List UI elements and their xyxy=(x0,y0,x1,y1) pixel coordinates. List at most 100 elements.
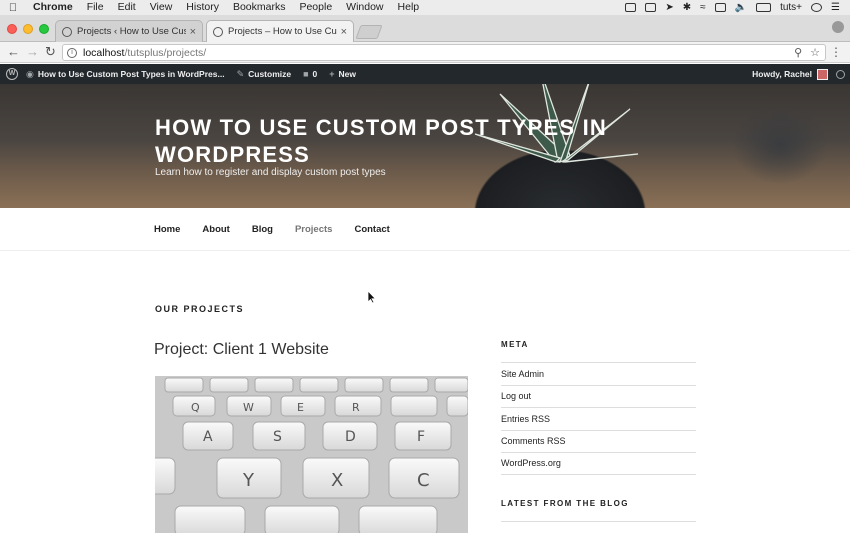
wordpress-favicon-icon xyxy=(213,26,223,37)
mouse-cursor-icon xyxy=(367,290,377,304)
admin-new[interactable]: + New xyxy=(329,69,356,79)
keyboard-image: Q W E R A S D F Y X C xyxy=(155,376,468,533)
browser-toolbar: ← → ↻ i localhost/tutsplus/projects/ ⚲ ☆… xyxy=(0,42,850,63)
brush-icon: ✎ xyxy=(236,68,245,79)
key-label: X xyxy=(331,470,343,491)
info-icon[interactable]: i xyxy=(67,47,77,58)
comment-icon: ■ xyxy=(303,69,309,79)
wordpress-logo-icon[interactable]: W xyxy=(6,68,18,80)
wp-admin-bar: W ◉ How to Use Custom Post Types in Word… xyxy=(0,64,850,84)
nav-contact[interactable]: Contact xyxy=(354,224,389,235)
apple-icon[interactable]:  xyxy=(0,2,26,14)
admin-new-label: New xyxy=(338,69,357,79)
admin-howdy-label: Howdy, Rachel xyxy=(752,69,812,79)
nav-blog[interactable]: Blog xyxy=(252,224,273,235)
meta-widget-title: META xyxy=(501,340,529,349)
window-controls xyxy=(7,24,49,34)
wifi-icon[interactable]: ≈ xyxy=(700,2,706,13)
battery-icon[interactable] xyxy=(756,3,772,12)
omnibox-tools: ⚲ ☆ xyxy=(794,46,825,59)
notification-center-icon[interactable]: ☰ xyxy=(831,2,840,13)
profile-icon[interactable] xyxy=(832,21,844,33)
meta-entries-rss[interactable]: Entries RSS xyxy=(501,407,696,430)
key-label: E xyxy=(297,401,304,414)
key-label: S xyxy=(273,429,282,445)
bluetooth-icon[interactable]: ✱ xyxy=(683,2,691,13)
nav-home[interactable]: Home xyxy=(154,224,180,235)
admin-account[interactable]: Howdy, Rachel xyxy=(752,68,828,80)
bookmark-star-icon[interactable]: ☆ xyxy=(810,46,820,59)
admin-customize[interactable]: ✎ Customize xyxy=(237,69,292,80)
menu-bookmarks[interactable]: Bookmarks xyxy=(226,0,293,15)
admin-site-name-label: How to Use Custom Post Types in WordPres… xyxy=(37,69,225,79)
key-label: R xyxy=(352,401,360,414)
close-tab-icon[interactable]: × xyxy=(341,26,347,38)
site-header: HOW TO USE CUSTOM POST TYPES IN WORDPRES… xyxy=(0,84,850,208)
mac-menu-bar:  Chrome File Edit View History Bookmark… xyxy=(0,0,850,15)
admin-comments[interactable]: ■ 0 xyxy=(303,69,317,79)
menu-people[interactable]: People xyxy=(292,0,339,15)
divider xyxy=(501,521,696,522)
nav-about[interactable]: About xyxy=(202,224,229,235)
reload-button[interactable]: ↻ xyxy=(45,45,56,59)
tab-strip: Projects ‹ How to Use Custom × Projects … xyxy=(0,15,850,42)
key-label: F xyxy=(417,429,425,445)
tab-title: Projects ‹ How to Use Custom xyxy=(77,26,186,37)
menu-status-area: ➤ ✱ ≈ 🔈 tuts+ ☰ xyxy=(625,2,850,13)
dashboard-icon: ◉ xyxy=(26,68,34,79)
search-icon[interactable]: ⚲ xyxy=(794,46,802,59)
latest-blog-widget-title: LATEST FROM THE BLOG xyxy=(501,499,629,508)
dropbox-icon[interactable] xyxy=(625,3,637,12)
tab-projects-admin[interactable]: Projects ‹ How to Use Custom × xyxy=(55,20,203,42)
tab-title: Projects – How to Use Custom xyxy=(228,26,337,37)
meta-site-admin[interactable]: Site Admin xyxy=(501,362,696,385)
tab-projects-site[interactable]: Projects – How to Use Custom × xyxy=(206,20,354,42)
avatar xyxy=(817,68,828,80)
meta-comments-rss[interactable]: Comments RSS xyxy=(501,429,696,453)
menu-help[interactable]: Help xyxy=(391,0,427,15)
key-label: A xyxy=(203,429,213,445)
plus-icon: + xyxy=(329,69,335,79)
main-navigation: Home About Blog Projects Contact xyxy=(0,208,850,251)
url-path: /tutsplus/projects/ xyxy=(124,46,207,59)
key-label: C xyxy=(417,470,430,491)
chrome-menu-icon[interactable]: ⋮ xyxy=(830,45,842,59)
admin-comments-count: 0 xyxy=(312,69,318,79)
forward-button[interactable]: → xyxy=(26,45,39,59)
meta-widget-list: Site Admin Log out Entries RSS Comments … xyxy=(501,362,696,475)
menu-file[interactable]: File xyxy=(80,0,111,15)
menu-view[interactable]: View xyxy=(143,0,180,15)
address-bar[interactable]: i localhost/tutsplus/projects/ ⚲ ☆ xyxy=(62,44,826,61)
site-description: Learn how to register and display custom… xyxy=(155,167,386,178)
admin-search-icon[interactable] xyxy=(836,69,845,79)
menu-window[interactable]: Window xyxy=(339,0,390,15)
camera-icon[interactable] xyxy=(645,3,657,12)
menu-history[interactable]: History xyxy=(179,0,226,15)
entry-title[interactable]: Project: Client 1 Website xyxy=(154,341,329,359)
url-host: localhost xyxy=(83,46,125,59)
menu-app-name[interactable]: Chrome xyxy=(26,0,80,15)
key-label: W xyxy=(243,401,254,414)
keyboard-featured-image[interactable]: Q W E R A S D F Y X C xyxy=(155,376,468,533)
close-window-button[interactable] xyxy=(7,24,17,34)
new-tab-button[interactable] xyxy=(355,25,383,39)
meta-log-out[interactable]: Log out xyxy=(501,384,696,408)
volume-icon[interactable]: 🔈 xyxy=(735,2,747,13)
minimize-window-button[interactable] xyxy=(23,24,33,34)
meta-wordpress-org[interactable]: WordPress.org xyxy=(501,452,696,475)
user-menu[interactable]: tuts+ xyxy=(780,2,802,13)
back-button[interactable]: ← xyxy=(7,45,20,59)
wordpress-favicon-icon xyxy=(62,26,72,37)
admin-customize-label: Customize xyxy=(248,69,292,79)
site-title[interactable]: HOW TO USE CUSTOM POST TYPES IN WORDPRES… xyxy=(155,114,675,168)
spotlight-icon[interactable] xyxy=(811,3,823,12)
nav-projects[interactable]: Projects xyxy=(295,224,333,235)
admin-site-name[interactable]: ◉ How to Use Custom Post Types in WordPr… xyxy=(26,69,225,80)
key-label: Y xyxy=(242,470,255,491)
menu-edit[interactable]: Edit xyxy=(111,0,143,15)
key-label: D xyxy=(345,429,356,445)
zoom-window-button[interactable] xyxy=(39,24,49,34)
airplay-icon[interactable] xyxy=(714,3,726,12)
close-tab-icon[interactable]: × xyxy=(190,26,196,38)
location-icon[interactable]: ➤ xyxy=(665,2,673,13)
